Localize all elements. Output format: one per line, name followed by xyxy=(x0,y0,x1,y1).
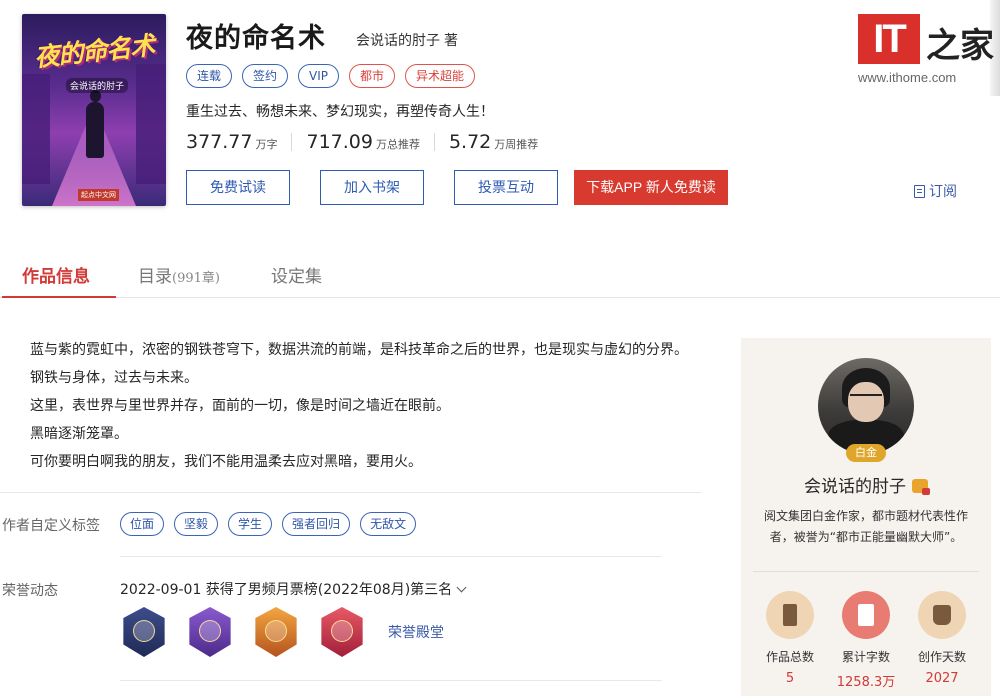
book-description: 蓝与紫的霓虹中，浓密的钢铁苍穹下，数据洪流的前端，是科技革命之后的世界，也是现实… xyxy=(30,336,688,476)
cover-figure xyxy=(86,90,104,158)
author-stat-label: 创作天数 xyxy=(917,650,966,664)
book-actions: 免费试读 加入书架 投票互动 下载APP 新人免费读 xyxy=(186,170,728,205)
cover-building-right xyxy=(136,64,166,184)
tag-signed: 签约 xyxy=(242,64,289,88)
stat-total-recommend: 717.09 万总推荐 xyxy=(306,131,419,153)
custom-tags-label: 作者自定义标签 xyxy=(2,518,100,534)
season-top10-badge-icon[interactable] xyxy=(120,607,168,657)
add-to-shelf-button[interactable]: 加入书架 xyxy=(320,170,424,205)
honor-text: 2022-09-01 获得了男频月票榜(2022年08月)第三名 xyxy=(120,582,453,598)
stat-unit: 万总推荐 xyxy=(375,138,420,151)
description-line: 这里，表世界与里世界并存，面前的一切，像是时间之墙近在眼前。 xyxy=(30,398,450,414)
honors-label: 荣誉动态 xyxy=(2,583,58,599)
download-app-button[interactable]: 下载APP 新人免费读 xyxy=(574,170,728,205)
chevron-down-icon xyxy=(456,582,467,592)
book-intro: 重生过去、畅想未来、梦幻现实，再塑传奇人生！ xyxy=(186,104,494,120)
author-stat-days: 创作天数 2027 xyxy=(907,591,977,686)
stat-word-count: 377.77 万字 xyxy=(186,131,277,153)
million-votes-badge-icon[interactable] xyxy=(186,607,234,657)
free-read-button[interactable]: 免费试读 xyxy=(186,170,290,205)
tag-category[interactable]: 都市 xyxy=(349,64,396,88)
vote-button[interactable]: 投票互动 xyxy=(454,170,558,205)
stat-value: 5.72 xyxy=(448,131,492,153)
book-title: 夜的命名术 xyxy=(186,23,326,54)
section-divider xyxy=(0,492,702,493)
author-suffix: 著 xyxy=(444,33,458,49)
description-line: 钢铁与身体，过去与未来。 xyxy=(30,370,198,386)
author-stat-value: 2027 xyxy=(925,671,959,686)
books-icon xyxy=(766,591,814,639)
author-name[interactable]: 会说话的肘子 xyxy=(741,472,991,497)
tag-status: 连载 xyxy=(186,64,233,88)
cover-building-left xyxy=(22,74,50,184)
author-name-text: 会说话的肘子 xyxy=(804,477,906,497)
tab-label: 目录 xyxy=(138,267,172,287)
cup-icon xyxy=(918,591,966,639)
book-stats: 377.77 万字 717.09 万总推荐 5.72 万周推荐 xyxy=(186,131,538,153)
stat-unit: 万字 xyxy=(255,138,278,151)
watermark-name: 之家 xyxy=(926,26,994,66)
description-line: 黑暗逐渐笼罩。 xyxy=(30,426,128,442)
tab-catalog[interactable]: 目录(991章) xyxy=(138,262,220,287)
author-stat-value: 1258.3万 xyxy=(836,675,896,690)
document-icon xyxy=(842,591,890,639)
author-line: 会说话的肘子著 xyxy=(356,30,458,50)
custom-tag[interactable]: 坚毅 xyxy=(174,512,219,536)
tab-count: (991章) xyxy=(172,271,220,286)
tag-vip: VIP xyxy=(298,64,340,88)
stat-divider xyxy=(433,133,435,151)
honor-badges: 荣誉殿堂 xyxy=(120,607,444,657)
description-line: 可你要明白啊我的朋友，我们不能用温柔去应对黑暗，要用火。 xyxy=(30,454,422,470)
book-cover[interactable]: 夜的命名术 会说话的肘子 起点中文网 xyxy=(22,14,166,206)
author-link[interactable]: 会说话的肘子 xyxy=(356,33,440,49)
honor-hall-link[interactable]: 荣誉殿堂 xyxy=(388,622,444,642)
active-tab-indicator xyxy=(2,296,116,298)
watermark-logo: IT xyxy=(858,14,920,64)
author-stat-words: 累计字数 1258.3万 xyxy=(831,591,901,690)
author-stat-value: 5 xyxy=(785,671,795,686)
author-stat-works: 作品总数 5 xyxy=(755,591,825,686)
tab-label: 设定集 xyxy=(271,267,322,287)
custom-tag[interactable]: 强者回归 xyxy=(282,512,351,536)
custom-tag[interactable]: 无敌文 xyxy=(360,512,417,536)
tab-book-info[interactable]: 作品信息 xyxy=(22,262,90,287)
stat-divider xyxy=(291,133,293,151)
author-bio: 阅文集团白金作家，都市题材代表性作者，被誉为“都市正能量幽默大师”。 xyxy=(763,509,968,544)
watermark-url: www.ithome.com xyxy=(858,70,957,85)
subscribe-label: 订阅 xyxy=(929,184,957,200)
description-line: 蓝与紫的霓虹中，浓密的钢铁苍穹下，数据洪流的前端，是科技革命之后的世界，也是现实… xyxy=(30,342,688,358)
tab-label: 作品信息 xyxy=(22,267,90,287)
author-card: 白金 会说话的肘子 阅文集团白金作家，都市题材代表性作者，被誉为“都市正能量幽默… xyxy=(741,338,991,696)
ithome-watermark: IT 之家 www.ithome.com xyxy=(858,12,998,92)
author-stat-label: 作品总数 xyxy=(765,650,814,664)
custom-tags: 位面 坚毅 学生 强者回归 无敌文 xyxy=(120,512,417,536)
card-divider xyxy=(753,571,979,572)
annual-work-badge-icon[interactable] xyxy=(318,607,366,657)
cover-publisher: 起点中文网 xyxy=(78,189,119,201)
book-tags: 连载 签约 VIP 都市 异术超能 xyxy=(186,64,476,88)
document-icon xyxy=(914,184,925,198)
cover-author: 会说话的肘子 xyxy=(66,78,129,93)
section-divider xyxy=(120,556,662,557)
crown-icon xyxy=(912,479,930,495)
author-stat-label: 累计字数 xyxy=(841,650,890,664)
custom-tag[interactable]: 位面 xyxy=(120,512,165,536)
custom-tag[interactable]: 学生 xyxy=(228,512,273,536)
subscribe-link[interactable]: 订阅 xyxy=(914,181,957,201)
stat-week-recommend: 5.72 万周推荐 xyxy=(449,131,538,153)
section-divider xyxy=(120,680,662,681)
author-avatar[interactable] xyxy=(818,358,914,454)
tag-subcategory[interactable]: 异术超能 xyxy=(405,64,476,88)
author-level-badge: 白金 xyxy=(846,444,886,462)
stat-value: 377.77 xyxy=(186,131,253,153)
honor-latest[interactable]: 2022-09-01 获得了男频月票榜(2022年08月)第三名 xyxy=(120,579,467,599)
book-tabs: 作品信息 目录(991章) 设定集 xyxy=(0,252,1000,298)
rank-5-badge-icon[interactable] xyxy=(252,607,300,657)
stat-unit: 万周推荐 xyxy=(494,138,539,151)
tab-settings-collection[interactable]: 设定集 xyxy=(271,262,322,287)
stat-value: 717.09 xyxy=(306,131,373,153)
